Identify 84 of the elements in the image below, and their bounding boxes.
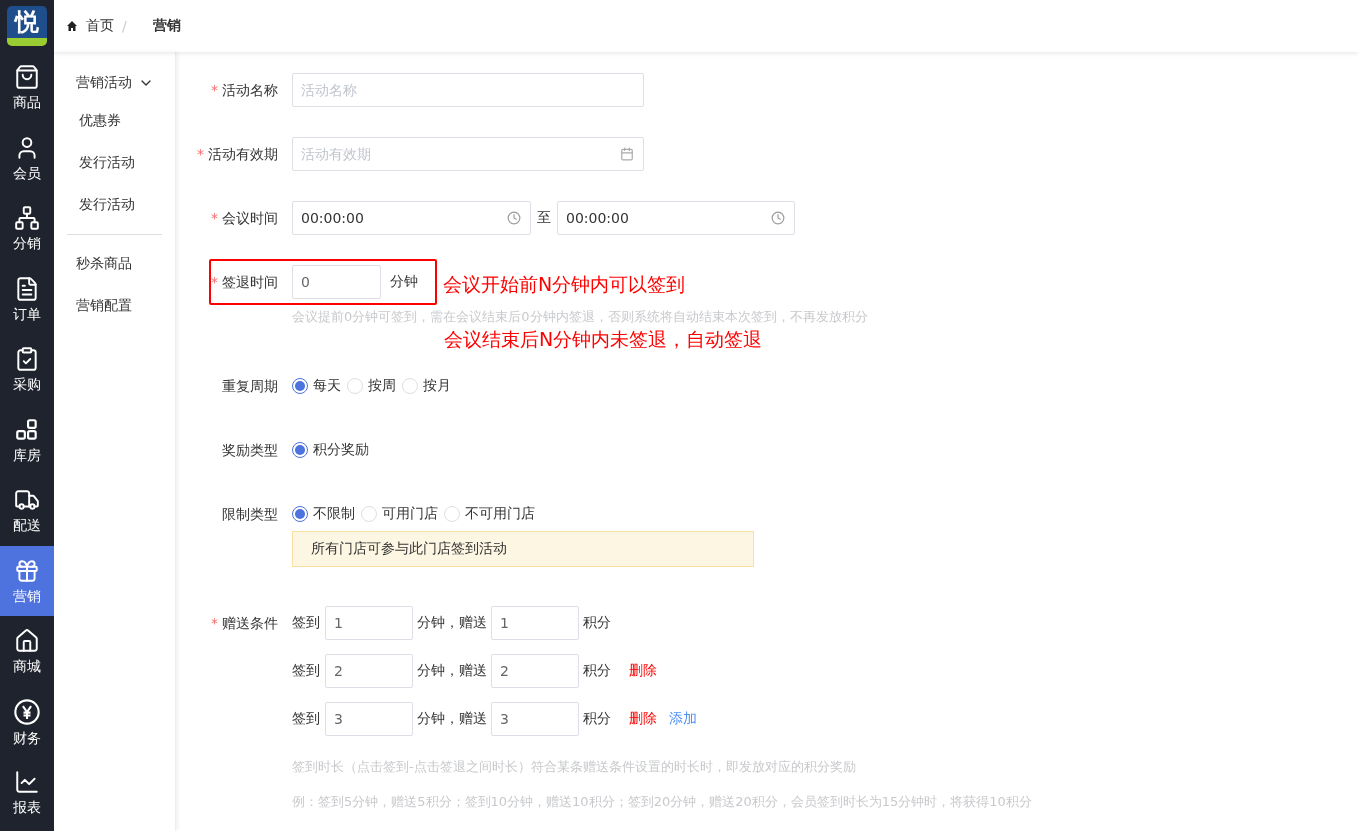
network-icon bbox=[14, 205, 40, 232]
time-field[interactable]: 00:00:00 bbox=[557, 201, 795, 235]
radio-circle[interactable] bbox=[292, 506, 308, 522]
form-label: * 活动有效期 bbox=[196, 145, 279, 164]
submenu-group[interactable]: 营销活动 bbox=[54, 66, 175, 100]
rule-text: 分钟，赠送 bbox=[417, 662, 487, 680]
rule-text: 积分 bbox=[583, 614, 611, 632]
radio-option[interactable]: 按月 bbox=[402, 377, 451, 395]
form-label: * 活动名称 bbox=[210, 81, 279, 100]
range-separator: 至 bbox=[537, 209, 551, 227]
chart-icon bbox=[14, 769, 40, 796]
form-label: 限制类型 bbox=[221, 505, 279, 524]
submenu-item[interactable]: 营销配置 bbox=[54, 285, 175, 327]
calendar-icon bbox=[620, 147, 634, 161]
breadcrumb-link[interactable]: 首页 bbox=[86, 17, 114, 35]
form-label: * 签退时间 bbox=[210, 273, 279, 292]
time-field[interactable]: 00:00:00 bbox=[292, 201, 531, 235]
nav-item[interactable]: 订单 bbox=[0, 263, 54, 334]
annotation-text: 会议结束后N分钟内未签退，自动签退 bbox=[444, 327, 764, 352]
nav-item[interactable]: 库房 bbox=[0, 404, 54, 475]
delete-link[interactable]: 删除 bbox=[629, 710, 657, 728]
radio-option[interactable]: 积分奖励 bbox=[292, 441, 369, 459]
radio-circle[interactable] bbox=[292, 442, 308, 458]
points-field[interactable]: 3 bbox=[491, 702, 579, 736]
required-mark: * bbox=[197, 146, 204, 162]
breadcrumb-separator: / bbox=[122, 18, 127, 34]
required-mark: * bbox=[211, 210, 218, 226]
form-label: * 会议时间 bbox=[210, 209, 279, 228]
yen-circle-icon bbox=[13, 697, 41, 726]
document-icon bbox=[14, 275, 40, 302]
submenu-item[interactable]: 优惠券 bbox=[54, 100, 175, 142]
required-mark: * bbox=[211, 82, 218, 98]
notice-box: 所有门店可参与此门店签到活动 bbox=[292, 531, 754, 567]
nav-item[interactable]: 报表 bbox=[0, 757, 54, 828]
nav-item[interactable]: 配送 bbox=[0, 475, 54, 546]
clipboard-icon bbox=[14, 346, 40, 373]
house-icon bbox=[14, 628, 40, 655]
form-label: 重复周期 bbox=[221, 377, 279, 396]
nav-item[interactable]: 分销 bbox=[0, 193, 54, 264]
radio-option[interactable]: 不限制 bbox=[292, 505, 355, 523]
submenu-item[interactable]: 秒杀商品 bbox=[54, 243, 175, 285]
radio-option[interactable]: 不可用门店 bbox=[444, 505, 535, 523]
minutes-field[interactable]: 3 bbox=[325, 702, 413, 736]
nav-item[interactable]: 商品 bbox=[0, 52, 54, 123]
submenu-item[interactable]: 发行活动 bbox=[54, 142, 175, 184]
nav-item[interactable]: 会员 bbox=[0, 122, 54, 193]
nav-item[interactable]: 营销 bbox=[0, 545, 54, 616]
radio-option[interactable]: 可用门店 bbox=[361, 505, 438, 523]
rule-text: 签到 bbox=[292, 710, 320, 728]
rule-text: 积分 bbox=[583, 710, 611, 728]
nav-item[interactable]: 采购 bbox=[0, 334, 54, 405]
rule-text: 分钟，赠送 bbox=[417, 614, 487, 632]
radio-option[interactable]: 按周 bbox=[347, 377, 396, 395]
unit-label: 分钟 bbox=[390, 273, 418, 291]
home-icon bbox=[66, 20, 78, 32]
submenu-item[interactable]: 发行活动 bbox=[54, 184, 175, 226]
logo: 悦 bbox=[7, 6, 47, 46]
points-field[interactable]: 2 bbox=[491, 654, 579, 688]
rule-text: 积分 bbox=[583, 662, 611, 680]
number-field[interactable]: 0 bbox=[292, 265, 381, 299]
clock-icon bbox=[771, 211, 785, 225]
gift-icon bbox=[14, 557, 40, 584]
clock-icon bbox=[507, 211, 521, 225]
nav-item[interactable]: 商城 bbox=[0, 616, 54, 687]
rule-text: 签到 bbox=[292, 614, 320, 632]
breadcrumb-link[interactable]: 营销 bbox=[152, 17, 181, 35]
radio-option[interactable]: 每天 bbox=[292, 377, 341, 395]
rule-text: 分钟，赠送 bbox=[417, 710, 487, 728]
date-field[interactable]: 活动有效期 bbox=[292, 137, 644, 171]
rule-text: 签到 bbox=[292, 662, 320, 680]
text-field[interactable]: 活动名称 bbox=[292, 73, 644, 107]
points-field[interactable]: 1 bbox=[491, 606, 579, 640]
delete-link[interactable]: 删除 bbox=[629, 662, 657, 680]
nav-item[interactable]: 财务 bbox=[0, 686, 54, 757]
radio-circle[interactable] bbox=[292, 378, 308, 394]
required-mark: * bbox=[211, 274, 218, 290]
form-label: * 赠送条件 bbox=[210, 614, 279, 633]
grid-icon bbox=[14, 416, 40, 443]
minutes-field[interactable]: 1 bbox=[325, 606, 413, 640]
minutes-field[interactable]: 2 bbox=[325, 654, 413, 688]
form-label: 奖励类型 bbox=[221, 441, 279, 460]
annotation-text: 会议开始前N分钟内可以签到 bbox=[443, 272, 686, 297]
bag-icon bbox=[14, 64, 40, 91]
required-mark: * bbox=[211, 615, 218, 631]
